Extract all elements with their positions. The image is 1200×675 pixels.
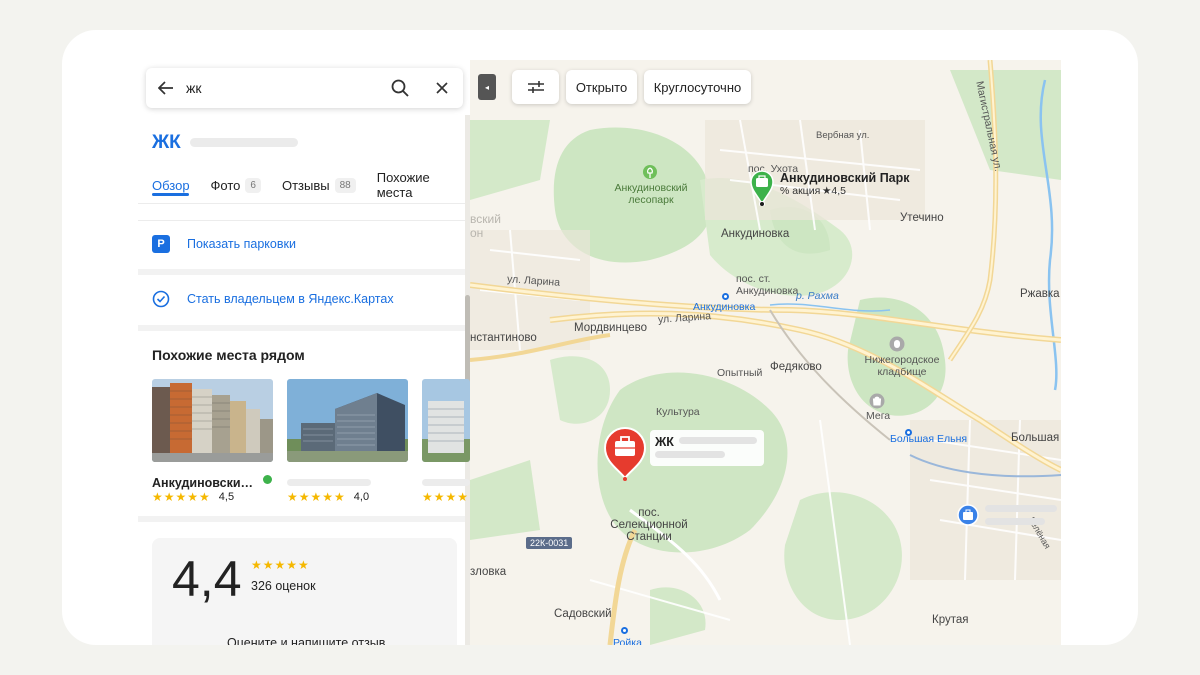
tabs-divider: [138, 203, 465, 204]
become-owner-label: Стать владельцем в Яндекс.Картах: [187, 292, 394, 306]
tab-reviews[interactable]: Отзывы 88: [282, 170, 356, 200]
verified-icon: [263, 475, 272, 484]
rating-count: 326 оценок: [251, 579, 316, 593]
show-parking-label: Показать парковки: [187, 237, 296, 251]
tab-label: Отзывы: [281, 177, 330, 193]
street-label: Вербная ул.: [816, 130, 870, 141]
star-rating-icon: ★★★★★: [287, 490, 346, 504]
road-number-badge: 22К-0031: [526, 537, 573, 549]
jk-pin-name[interactable]: ЖК: [655, 435, 674, 449]
tab-label: Обзор: [152, 177, 190, 193]
place-label: Крутая: [932, 614, 969, 626]
place-tabs: Обзор Фото 6 Отзывы 88 Похожие места: [152, 170, 470, 200]
nearby-name-1[interactable]: Анкудиновский ...: [152, 476, 257, 490]
section-separator: [138, 516, 465, 522]
collapse-panel-button[interactable]: ◂: [478, 74, 496, 100]
park-icon: [643, 165, 657, 179]
place-label: Федяково: [770, 361, 822, 373]
place-label: пос. Селекционной Станции: [610, 507, 688, 543]
nearby-rating-1: ★★★★★ 4,5: [152, 490, 234, 504]
rating-value: 4,5: [218, 491, 235, 503]
cemetery-label: Нижегородское кладбище: [864, 354, 940, 378]
section-separator: [138, 325, 465, 331]
active-tab-indicator: [152, 193, 189, 196]
parking-icon: P: [152, 235, 170, 253]
ank-park-promo: % акция: [780, 185, 821, 197]
nearby-heading: Похожие места рядом: [152, 347, 305, 363]
search-input[interactable]: жк: [186, 80, 379, 96]
write-review-link[interactable]: Оцените и напишите отзыв: [227, 636, 385, 645]
map-canvas: [470, 60, 1061, 645]
place-panel: жк ЖК Обзор Фото 6 Отзывы 88 Похожие места…: [138, 60, 470, 645]
star-rating-icon: ★★★★★: [152, 490, 211, 504]
ank-park-pin-icon[interactable]: [750, 170, 774, 206]
station-label: Большая Ельня: [890, 433, 968, 445]
rating-stars-icon: ★★★★★: [251, 558, 310, 572]
nearby-rating-3: ★★★★★: [422, 490, 470, 504]
divider: [138, 220, 465, 221]
district-label: вский он: [470, 212, 501, 240]
cemetery-icon: [889, 336, 905, 352]
place-label: Анкудиновка: [721, 228, 790, 240]
place-label: зловка: [470, 566, 507, 578]
search-icon[interactable]: [379, 68, 421, 108]
forest-label: Анкудиновский лесопарк: [614, 182, 688, 206]
place-label: нстантиново: [470, 332, 537, 344]
tab-photos[interactable]: Фото 6: [211, 170, 261, 200]
become-owner-link[interactable]: Стать владельцем в Яндекс.Картах: [152, 290, 394, 308]
filter-24h-button[interactable]: Круглосуточно: [644, 70, 751, 104]
place-label: Утечино: [900, 212, 944, 224]
nearby-rating-2: ★★★★★ 4,0: [287, 490, 369, 504]
rating-summary: 4,4 ★★★★★ 326 оценок Оцените и напишите …: [152, 538, 457, 645]
place-label: Культура: [656, 406, 700, 418]
rail-station-icon: [722, 293, 729, 300]
business-sub-placeholder: [985, 518, 1045, 525]
place-title: ЖК: [152, 132, 181, 153]
mall-label: Мега: [866, 410, 891, 422]
rating-big-value: 4,4: [172, 551, 242, 607]
nearby-name-placeholder: [287, 479, 371, 486]
tab-similar[interactable]: Похожие места: [377, 170, 449, 200]
river-label: р. Рахма: [796, 290, 839, 302]
filters-icon: [527, 81, 544, 93]
ank-park-rating: ★4,5: [822, 185, 847, 197]
filter-open-button[interactable]: Открыто: [566, 70, 637, 104]
place-label: Ржавка: [1020, 288, 1060, 300]
filters-button[interactable]: [512, 70, 559, 104]
station-label: Ройка: [613, 637, 642, 645]
show-parking-link[interactable]: P Показать парковки: [152, 235, 296, 253]
title-placeholder: [190, 138, 298, 147]
jk-pin-name-placeholder: [679, 437, 757, 444]
business-name-placeholder: [985, 505, 1057, 512]
section-separator: [138, 269, 465, 275]
place-label: Садовский: [554, 608, 612, 620]
nearby-name-placeholder: [422, 479, 470, 486]
shopping-icon: [869, 393, 885, 409]
place-label: Большая: [1011, 432, 1060, 444]
tab-label: Похожие места: [376, 170, 430, 200]
rating-value: 4,0: [353, 491, 370, 503]
nearby-photo-2[interactable]: [287, 379, 408, 462]
tab-count: 88: [334, 177, 356, 193]
back-arrow-icon[interactable]: [146, 68, 186, 108]
jk-pin-sub-placeholder: [655, 451, 725, 458]
star-rating-icon: ★★★★★: [422, 490, 470, 504]
search-bar: жк: [146, 68, 463, 108]
nearby-photo-3[interactable]: [422, 379, 470, 462]
tab-count: 6: [245, 177, 261, 193]
map-view[interactable]: ◂ Открыто Круглосуточно Магистральная ул…: [470, 60, 1061, 645]
place-label: Мордвинцево: [574, 322, 648, 334]
tab-label: Фото: [210, 177, 241, 193]
business-pin-icon[interactable]: [957, 504, 979, 526]
rail-station-icon: [621, 627, 628, 634]
check-circle-icon: [152, 290, 170, 308]
nearby-photo-1[interactable]: [152, 379, 273, 462]
ank-park-name[interactable]: Анкудиновский Парк: [780, 171, 910, 185]
jk-pin-icon[interactable]: [603, 426, 647, 482]
close-icon[interactable]: [421, 68, 463, 108]
place-label: Опытный: [717, 367, 763, 379]
